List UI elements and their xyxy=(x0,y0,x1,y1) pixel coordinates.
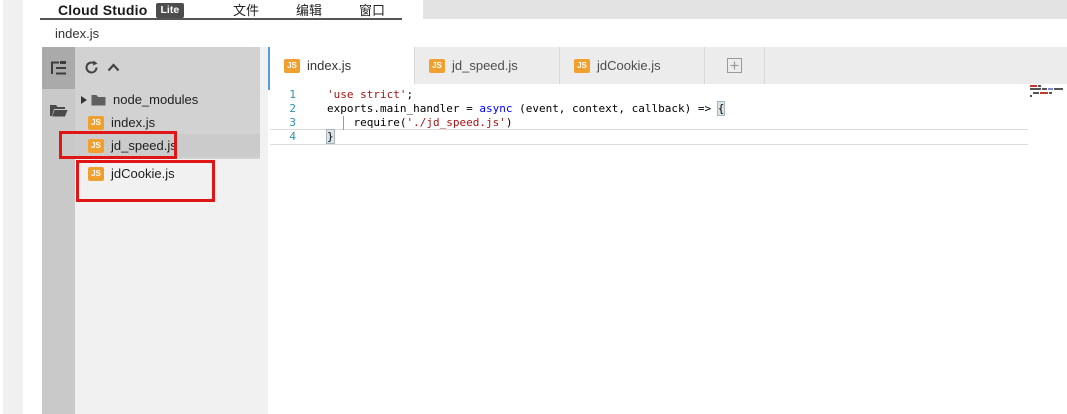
menu-file[interactable]: 文件 xyxy=(220,0,272,19)
line-number-gutter: 1 2 3 4 xyxy=(270,88,310,144)
code-editor[interactable]: 1 2 3 4 'use strict'; exports.main_handl… xyxy=(270,84,1067,414)
menu-bar-right-fill xyxy=(423,0,1067,19)
minimap-line xyxy=(1040,92,1048,94)
annotation-box-jdcookie xyxy=(76,160,215,202)
new-tab-icon xyxy=(727,58,742,73)
tab-label: jdCookie.js xyxy=(597,58,661,73)
app-title: Cloud Studio xyxy=(58,2,148,18)
editor-focus-indicator xyxy=(268,47,270,90)
js-file-icon: JS xyxy=(88,116,104,130)
tab-jdcookie-js[interactable]: JS jdCookie.js xyxy=(560,47,705,84)
code-line-1: 'use strict'; xyxy=(327,88,724,102)
new-tab-button[interactable] xyxy=(705,47,765,84)
menu-bar: Cloud Studio Lite 文件 编辑 窗口 xyxy=(23,0,1067,20)
lite-badge: Lite xyxy=(156,3,185,18)
string-literal: './jd_speed.js' xyxy=(406,116,505,129)
line-number: 4 xyxy=(270,130,310,144)
matched-bracket: { xyxy=(718,102,725,115)
minimap-line xyxy=(1030,95,1032,97)
minimap-line xyxy=(1030,85,1037,87)
expand-arrow-icon[interactable] xyxy=(81,96,87,104)
line-number: 2 xyxy=(270,102,310,116)
tab-label: index.js xyxy=(307,58,351,73)
minimap-line xyxy=(1042,88,1047,90)
window-title-bar: index.js xyxy=(23,20,1067,47)
code-line-2: exports.main_handler = async (event, con… xyxy=(327,102,724,116)
tree-item-node-modules[interactable]: node_modules xyxy=(75,88,260,111)
activity-bar xyxy=(42,47,75,414)
explorer-toolbar xyxy=(75,47,260,77)
tab-label: jd_speed.js xyxy=(452,58,518,73)
keyword: async xyxy=(479,102,512,115)
tree-item-label: node_modules xyxy=(113,92,198,107)
editor-group: JS index.js JS jd_speed.js JS jdCookie.j… xyxy=(270,47,1067,414)
js-file-icon: JS xyxy=(284,59,300,73)
js-file-icon: JS xyxy=(429,59,445,73)
line-number: 3 xyxy=(270,116,310,130)
app-brand: Cloud Studio Lite xyxy=(58,1,184,19)
refresh-icon[interactable] xyxy=(84,60,99,75)
collapsed-panel-strip xyxy=(3,0,23,414)
code-text: require( xyxy=(327,116,406,129)
code-line-3: require('./jd_speed.js') xyxy=(327,116,724,130)
code-text: ) xyxy=(506,116,513,129)
minimap-line xyxy=(1054,88,1063,90)
code-line-4: } xyxy=(327,130,724,144)
menu-edit[interactable]: 编辑 xyxy=(283,0,335,19)
minimap-line xyxy=(1033,92,1039,94)
string-literal: 'use strict' xyxy=(327,88,406,101)
annotation-box-jd-speed xyxy=(59,131,177,159)
tab-index-js[interactable]: JS index.js xyxy=(270,47,415,84)
code-text: exports.main_handler = xyxy=(327,102,479,115)
indent-guide xyxy=(343,116,344,130)
tab-jd-speed-js[interactable]: JS jd_speed.js xyxy=(415,47,560,84)
open-folder-button[interactable] xyxy=(42,89,75,131)
minimap-line xyxy=(1030,88,1041,90)
file-tree-icon xyxy=(50,60,68,76)
tab-bar: JS index.js JS jd_speed.js JS jdCookie.j… xyxy=(270,47,1067,84)
line-number: 1 xyxy=(270,88,310,102)
menu-window[interactable]: 窗口 xyxy=(346,0,398,19)
minimap-line xyxy=(1049,92,1052,94)
code-text: (event, context, callback) => xyxy=(512,102,717,115)
js-file-icon: JS xyxy=(574,59,590,73)
code-lines: 'use strict'; exports.main_handler = asy… xyxy=(327,88,724,144)
minimap[interactable] xyxy=(1028,84,1067,144)
open-folder-icon xyxy=(49,103,68,118)
minimap-line xyxy=(1048,88,1053,90)
matched-bracket: } xyxy=(327,130,334,143)
code-text: ; xyxy=(406,88,413,101)
tree-item-label: index.js xyxy=(111,115,155,130)
minimap-line xyxy=(1038,85,1041,87)
menu-items: 文件 编辑 窗口 xyxy=(220,0,409,19)
folder-icon xyxy=(91,94,106,106)
explorer-panel: node_modules JS index.js JS jd_speed.js … xyxy=(75,47,268,414)
collapse-all-icon[interactable] xyxy=(107,63,120,72)
active-file-title: index.js xyxy=(55,20,99,47)
explorer-view-button[interactable] xyxy=(42,47,75,89)
